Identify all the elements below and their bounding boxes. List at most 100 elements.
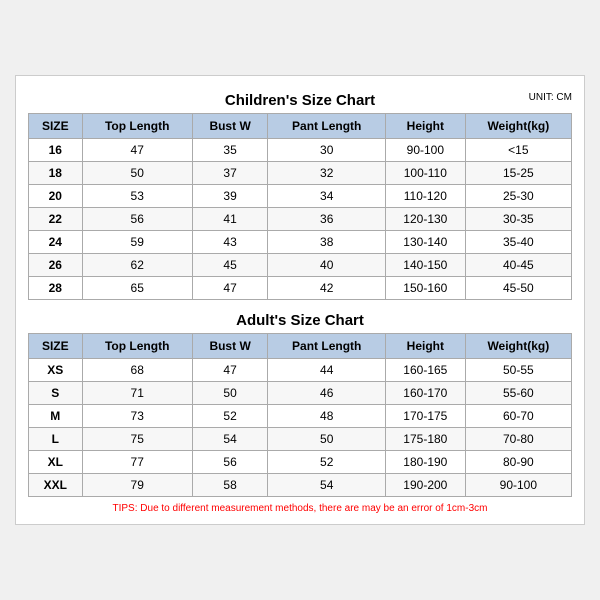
data-cell: 39 (192, 185, 268, 208)
data-cell: 15-25 (465, 162, 571, 185)
table-row: 26624540140-15040-45 (29, 254, 572, 277)
data-cell: 50-55 (465, 359, 571, 382)
col-header-pant-length: Pant Length (268, 114, 386, 139)
data-cell: 35-40 (465, 231, 571, 254)
data-cell: 150-160 (386, 277, 466, 300)
adults-title: Adult's Size Chart (236, 312, 364, 329)
data-cell: 40-45 (465, 254, 571, 277)
adults-header-row: SIZE Top Length Bust W Pant Length Heigh… (29, 334, 572, 359)
table-row: 28654742150-16045-50 (29, 277, 572, 300)
data-cell: 79 (82, 474, 192, 497)
adults-size-table: SIZE Top Length Bust W Pant Length Heigh… (28, 333, 572, 497)
table-row: 20533934110-12025-30 (29, 185, 572, 208)
children-title: Children's Size Chart (225, 92, 375, 109)
data-cell: 54 (192, 428, 268, 451)
data-cell: 180-190 (386, 451, 466, 474)
data-cell: 58 (192, 474, 268, 497)
table-row: XL775652180-19080-90 (29, 451, 572, 474)
data-cell: 36 (268, 208, 386, 231)
size-cell: XXL (29, 474, 83, 497)
data-cell: 48 (268, 405, 386, 428)
data-cell: 175-180 (386, 428, 466, 451)
data-cell: 46 (268, 382, 386, 405)
data-cell: 130-140 (386, 231, 466, 254)
data-cell: 52 (268, 451, 386, 474)
data-cell: 60-70 (465, 405, 571, 428)
data-cell: 160-165 (386, 359, 466, 382)
size-cell: S (29, 382, 83, 405)
col-header-top-length-adult: Top Length (82, 334, 192, 359)
data-cell: 120-130 (386, 208, 466, 231)
size-cell: 18 (29, 162, 83, 185)
data-cell: 47 (192, 277, 268, 300)
table-row: XXL795854190-20090-100 (29, 474, 572, 497)
size-cell: XL (29, 451, 83, 474)
size-cell: 22 (29, 208, 83, 231)
data-cell: 90-100 (386, 139, 466, 162)
table-row: 1647353090-100<15 (29, 139, 572, 162)
chart-container: Children's Size Chart UNIT: CM SIZE Top … (15, 75, 585, 525)
size-cell: 20 (29, 185, 83, 208)
col-header-top-length: Top Length (82, 114, 192, 139)
col-header-size-adult: SIZE (29, 334, 83, 359)
children-section-header: Children's Size Chart UNIT: CM (28, 86, 572, 113)
tips-text: TIPS: Due to different measurement metho… (28, 503, 572, 514)
size-cell: 26 (29, 254, 83, 277)
table-row: XS684744160-16550-55 (29, 359, 572, 382)
adults-section-header: Adult's Size Chart (28, 306, 572, 333)
data-cell: 71 (82, 382, 192, 405)
table-row: 22564136120-13030-35 (29, 208, 572, 231)
data-cell: 54 (268, 474, 386, 497)
col-header-pant-length-adult: Pant Length (268, 334, 386, 359)
data-cell: 38 (268, 231, 386, 254)
table-row: L755450175-18070-80 (29, 428, 572, 451)
data-cell: 47 (82, 139, 192, 162)
data-cell: 59 (82, 231, 192, 254)
data-cell: 77 (82, 451, 192, 474)
data-cell: 30 (268, 139, 386, 162)
col-header-bust-w: Bust W (192, 114, 268, 139)
data-cell: 80-90 (465, 451, 571, 474)
table-row: S715046160-17055-60 (29, 382, 572, 405)
table-row: M735248170-17560-70 (29, 405, 572, 428)
data-cell: 100-110 (386, 162, 466, 185)
size-cell: M (29, 405, 83, 428)
data-cell: 45-50 (465, 277, 571, 300)
size-cell: 28 (29, 277, 83, 300)
data-cell: 45 (192, 254, 268, 277)
data-cell: 40 (268, 254, 386, 277)
col-header-weight: Weight(kg) (465, 114, 571, 139)
col-header-weight-adult: Weight(kg) (465, 334, 571, 359)
data-cell: 56 (192, 451, 268, 474)
data-cell: 73 (82, 405, 192, 428)
table-row: 24594338130-14035-40 (29, 231, 572, 254)
data-cell: 30-35 (465, 208, 571, 231)
data-cell: 140-150 (386, 254, 466, 277)
data-cell: 42 (268, 277, 386, 300)
data-cell: 70-80 (465, 428, 571, 451)
data-cell: 47 (192, 359, 268, 382)
col-header-height: Height (386, 114, 466, 139)
data-cell: 34 (268, 185, 386, 208)
data-cell: 43 (192, 231, 268, 254)
size-cell: 16 (29, 139, 83, 162)
data-cell: <15 (465, 139, 571, 162)
data-cell: 170-175 (386, 405, 466, 428)
data-cell: 55-60 (465, 382, 571, 405)
data-cell: 25-30 (465, 185, 571, 208)
size-cell: L (29, 428, 83, 451)
data-cell: 35 (192, 139, 268, 162)
data-cell: 68 (82, 359, 192, 382)
col-header-bust-w-adult: Bust W (192, 334, 268, 359)
data-cell: 190-200 (386, 474, 466, 497)
data-cell: 110-120 (386, 185, 466, 208)
table-row: 18503732100-11015-25 (29, 162, 572, 185)
size-cell: XS (29, 359, 83, 382)
data-cell: 65 (82, 277, 192, 300)
data-cell: 160-170 (386, 382, 466, 405)
size-cell: 24 (29, 231, 83, 254)
data-cell: 32 (268, 162, 386, 185)
unit-label: UNIT: CM (529, 92, 572, 103)
col-header-height-adult: Height (386, 334, 466, 359)
data-cell: 90-100 (465, 474, 571, 497)
